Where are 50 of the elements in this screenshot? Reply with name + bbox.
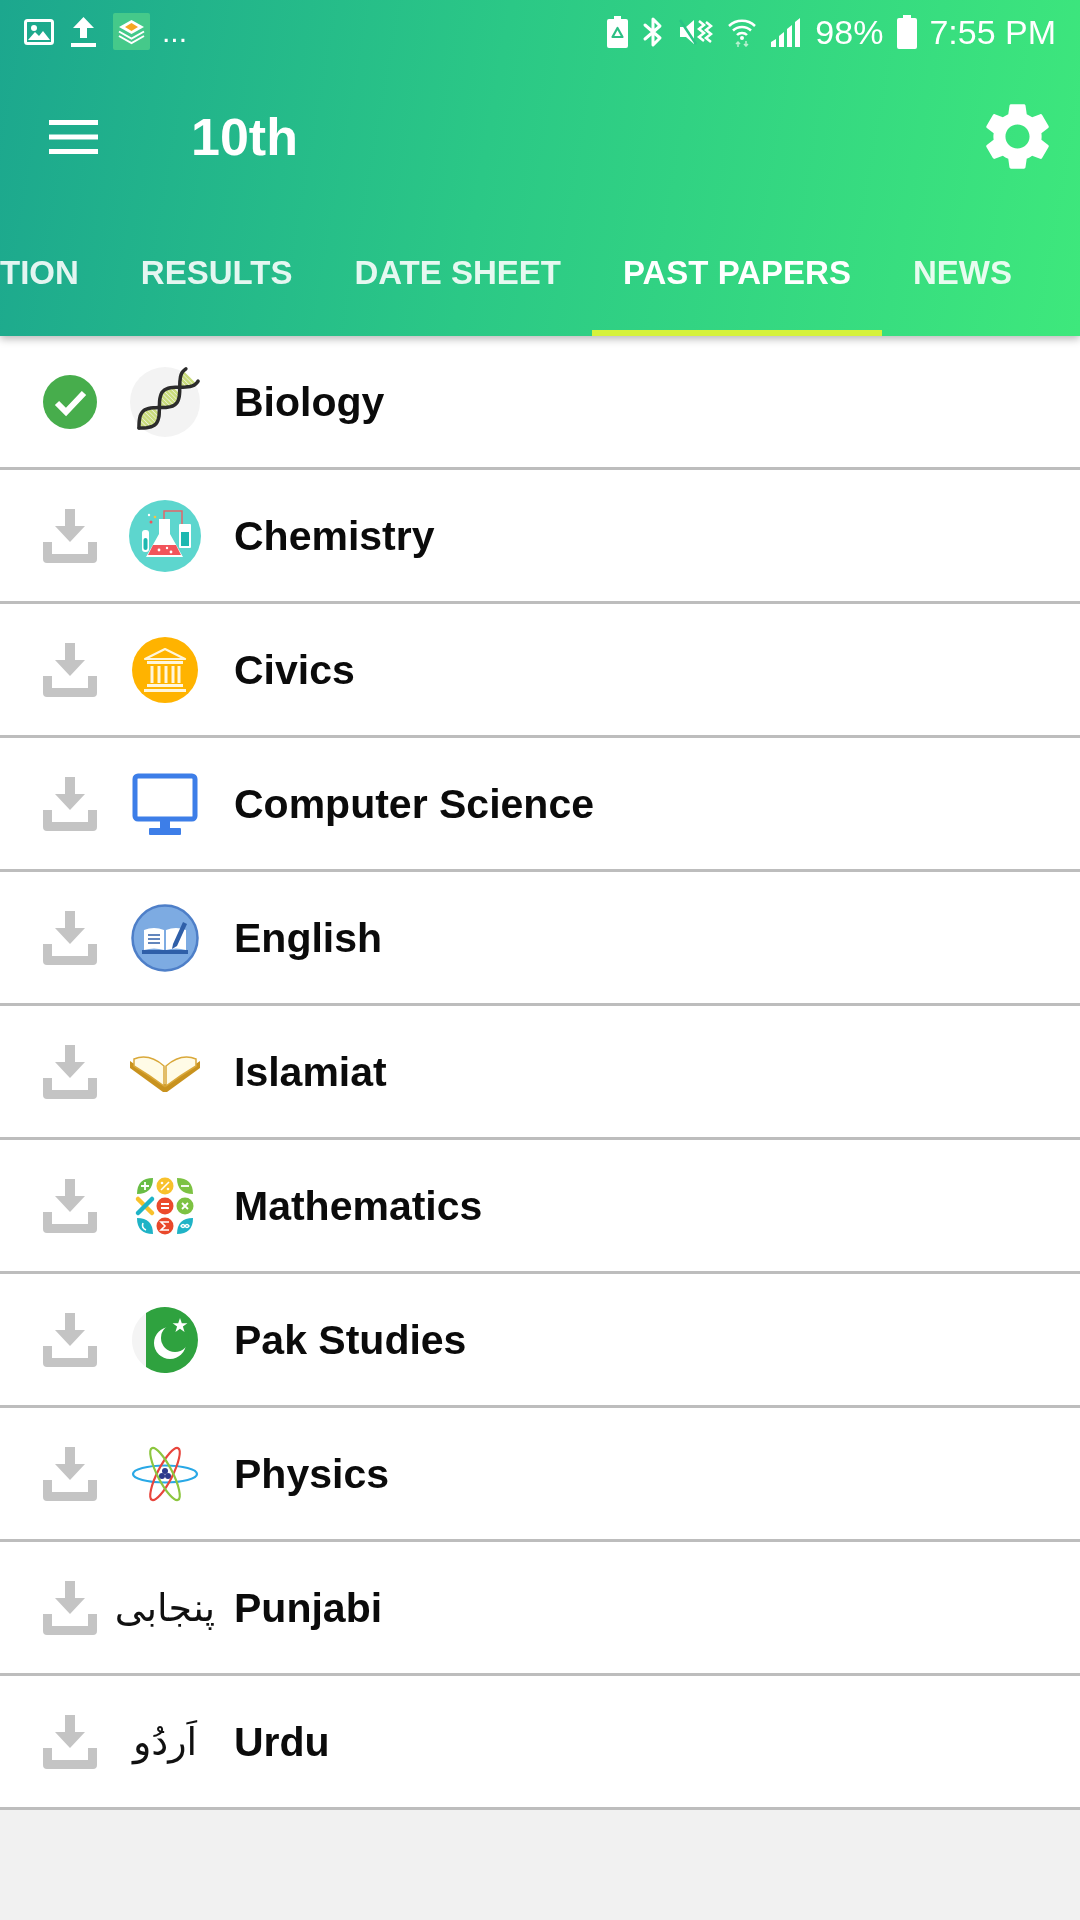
- subject-list-item[interactable]: Physics: [0, 1408, 1080, 1542]
- building-icon: [132, 636, 198, 703]
- battery-icon: [897, 14, 918, 49]
- subject-name: Biology: [234, 377, 385, 427]
- subject-list-item[interactable]: English: [0, 872, 1080, 1006]
- download-icon[interactable]: [43, 1446, 97, 1501]
- menu-icon[interactable]: [49, 119, 98, 154]
- subject-list-item[interactable]: Mathematics: [0, 1140, 1080, 1274]
- download-icon[interactable]: [43, 1312, 97, 1367]
- signal-icon: [771, 16, 802, 47]
- battery-saver-icon: [607, 15, 629, 48]
- subject-name: Computer Science: [234, 779, 594, 829]
- subject-list-item[interactable]: Chemistry: [0, 470, 1080, 604]
- subject-script-logo: پنجابی: [114, 1584, 216, 1632]
- subject-list-item[interactable]: Biology: [0, 336, 1080, 470]
- download-icon[interactable]: [43, 642, 97, 697]
- subject-name: Chemistry: [234, 511, 435, 561]
- download-icon[interactable]: [43, 910, 97, 965]
- upload-icon: [70, 15, 97, 48]
- subject-name: Civics: [234, 645, 355, 695]
- subject-name: Pak Studies: [234, 1315, 467, 1365]
- subject-list-item[interactable]: Computer Science: [0, 738, 1080, 872]
- monitor-icon: [132, 772, 198, 835]
- download-icon[interactable]: [43, 776, 97, 831]
- app-title: 10th: [191, 106, 299, 168]
- image-icon: [24, 18, 54, 45]
- download-icon[interactable]: [43, 1178, 97, 1233]
- subject-name: Mathematics: [234, 1181, 483, 1231]
- download-icon[interactable]: [43, 1714, 97, 1769]
- dna-icon: [129, 365, 201, 438]
- battery-percentage: 98%: [815, 11, 884, 52]
- crescent-flag-icon: [130, 1304, 200, 1375]
- download-icon[interactable]: [43, 508, 97, 563]
- subject-name: Physics: [234, 1449, 389, 1499]
- subject-list-item[interactable]: Islamiat: [0, 1006, 1080, 1140]
- book-pen-icon: [131, 903, 199, 972]
- more-notifications-indicator: ...: [162, 16, 187, 47]
- settings-icon[interactable]: [986, 104, 1049, 169]
- download-icon[interactable]: [43, 1580, 97, 1635]
- subject-script-logo: اَردُو: [132, 1718, 198, 1767]
- clock-time: 7:55 PM: [929, 11, 1056, 52]
- stacked-layers-icon: [113, 13, 150, 50]
- flask-icon: [129, 499, 201, 572]
- subject-name: English: [234, 913, 383, 963]
- subject-list-item[interactable]: Pak Studies: [0, 1274, 1080, 1408]
- subject-list-item[interactable]: Civics: [0, 604, 1080, 738]
- subject-name: Islamiat: [234, 1047, 387, 1097]
- subject-name: Punjabi: [234, 1583, 383, 1633]
- subject-name: Urdu: [234, 1717, 330, 1767]
- download-icon[interactable]: [43, 1044, 97, 1099]
